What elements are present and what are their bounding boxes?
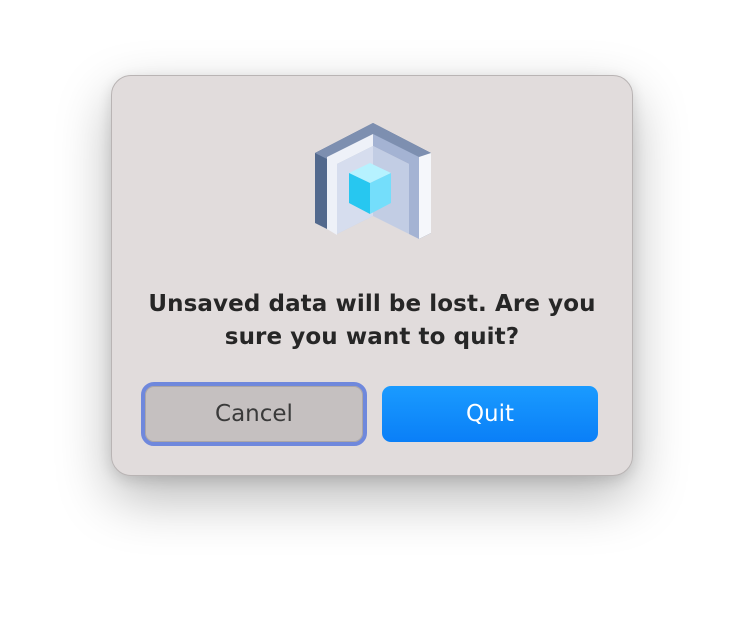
quit-confirmation-dialog: Unsaved data will be lost. Are you sure … [111, 75, 633, 476]
dialog-message: Unsaved data will be lost. Are you sure … [148, 291, 596, 350]
quit-button[interactable]: Quit [382, 386, 598, 442]
cancel-button[interactable]: Cancel [141, 382, 367, 446]
app-cube-icon [313, 121, 433, 243]
